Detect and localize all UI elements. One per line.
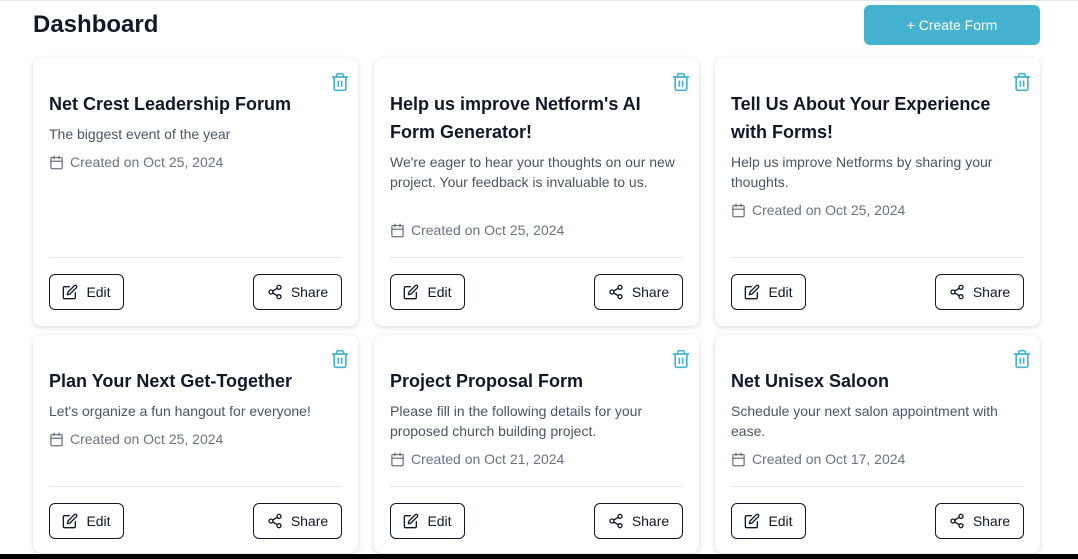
edit-label: Edit (427, 513, 452, 529)
share-label: Share (290, 513, 329, 529)
calendar-icon (50, 432, 63, 446)
divider (731, 257, 1024, 258)
calendar-icon (50, 155, 63, 169)
edit-icon (63, 513, 78, 529)
trash-icon[interactable] (671, 349, 691, 369)
form-title: Help us improve Netform's AI Form Genera… (390, 94, 641, 142)
page-title: Dashboard (33, 11, 159, 38)
share-icon (950, 513, 964, 529)
share-label: Share (972, 513, 1011, 529)
form-title: Tell Us About Your Experience with Forms… (731, 94, 991, 142)
created-date-text: Created on Oct 17, 2024 (752, 451, 906, 467)
form-description: Please fill in the following details for… (390, 403, 643, 439)
divider (49, 486, 342, 487)
trash-icon[interactable] (330, 349, 350, 369)
edit-icon (63, 284, 78, 300)
form-description: Let's organize a fun hangout for everyon… (49, 403, 311, 419)
form-created-date: Created on Oct 25, 2024 (731, 200, 905, 220)
edit-button[interactable]: Edit (49, 274, 124, 310)
form-created-date: Created on Oct 25, 2024 (49, 152, 223, 172)
form-card: Help us improve Netform's AI Form Genera… (374, 58, 699, 326)
share-button[interactable]: Share (935, 274, 1024, 310)
create-form-button[interactable]: + Create Form (864, 5, 1040, 45)
edit-label: Edit (768, 284, 793, 300)
share-icon (268, 284, 282, 300)
edit-label: Edit (86, 513, 111, 529)
form-title: Net Crest Leadership Forum (49, 94, 292, 114)
divider (49, 257, 342, 258)
share-icon (609, 284, 623, 300)
share-button[interactable]: Share (253, 503, 342, 539)
edit-button[interactable]: Edit (49, 503, 124, 539)
form-card: Tell Us About Your Experience with Forms… (715, 58, 1040, 326)
edit-icon (404, 284, 419, 300)
edit-button[interactable]: Edit (731, 274, 806, 310)
edit-icon (745, 284, 760, 300)
share-icon (268, 513, 282, 529)
created-date-text: Created on Oct 25, 2024 (752, 202, 906, 218)
share-icon (609, 513, 623, 529)
share-label: Share (290, 284, 329, 300)
form-card: Project Proposal Form Please fill in the… (374, 335, 699, 553)
form-card: Net Crest Leadership Forum The biggest e… (33, 58, 358, 326)
share-label: Share (972, 284, 1011, 300)
share-button[interactable]: Share (935, 503, 1024, 539)
header: Dashboard + Create Form (33, 5, 1040, 45)
share-icon (950, 284, 964, 300)
trash-icon[interactable] (1012, 349, 1032, 369)
calendar-icon (391, 452, 404, 466)
form-description: We're eager to hear your thoughts on our… (390, 154, 675, 190)
divider (731, 486, 1024, 487)
edit-icon (745, 513, 760, 529)
form-title: Project Proposal Form (390, 371, 584, 391)
created-date-text: Created on Oct 25, 2024 (70, 431, 224, 447)
share-button[interactable]: Share (253, 274, 342, 310)
trash-icon[interactable] (1012, 72, 1032, 92)
form-created-date: Created on Oct 21, 2024 (390, 449, 564, 469)
share-button[interactable]: Share (594, 503, 683, 539)
edit-button[interactable]: Edit (390, 274, 465, 310)
created-date-text: Created on Oct 25, 2024 (70, 154, 224, 170)
divider (390, 257, 683, 258)
created-date-text: Created on Oct 25, 2024 (411, 222, 565, 238)
form-created-date: Created on Oct 25, 2024 (49, 429, 223, 449)
calendar-icon (732, 203, 745, 217)
share-button[interactable]: Share (594, 274, 683, 310)
form-title: Net Unisex Saloon (731, 371, 890, 391)
divider (390, 486, 683, 487)
edit-label: Edit (86, 284, 111, 300)
form-description: Schedule your next salon appointment wit… (731, 403, 998, 439)
edit-icon (404, 513, 419, 529)
form-description: Help us improve Netforms by sharing your… (731, 154, 993, 190)
share-label: Share (631, 284, 670, 300)
edit-button[interactable]: Edit (390, 503, 465, 539)
form-created-date: Created on Oct 25, 2024 (390, 220, 564, 240)
calendar-icon (391, 223, 404, 237)
top-border (0, 0, 1078, 3)
trash-icon[interactable] (330, 72, 350, 92)
edit-label: Edit (427, 284, 452, 300)
created-date-text: Created on Oct 21, 2024 (411, 451, 565, 467)
form-card: Net Unisex Saloon Schedule your next sal… (715, 335, 1040, 553)
edit-button[interactable]: Edit (731, 503, 806, 539)
form-card: Plan Your Next Get-Together Let's organi… (33, 335, 358, 553)
form-title: Plan Your Next Get-Together (49, 371, 293, 391)
calendar-icon (732, 452, 745, 466)
trash-icon[interactable] (671, 72, 691, 92)
form-created-date: Created on Oct 17, 2024 (731, 449, 905, 469)
edit-label: Edit (768, 513, 793, 529)
form-description: The biggest event of the year (49, 126, 231, 142)
bottom-bar (0, 554, 1078, 559)
share-label: Share (631, 513, 670, 529)
